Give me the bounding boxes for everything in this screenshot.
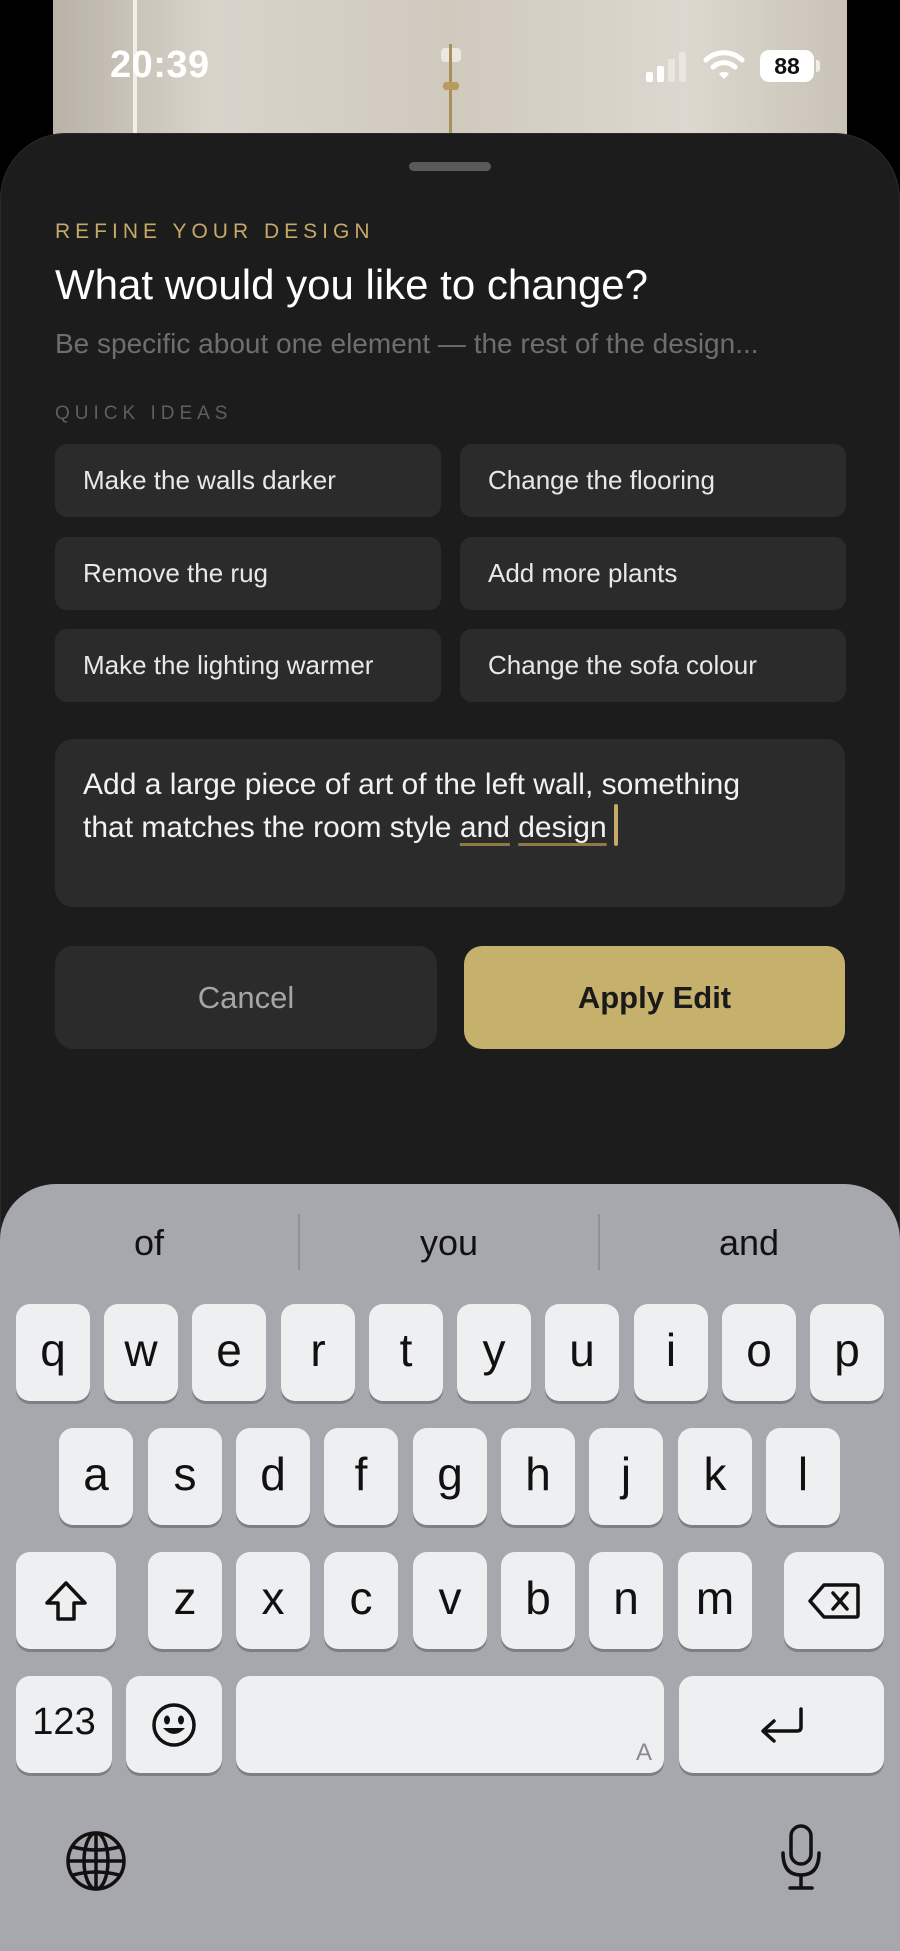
prediction-suggestion[interactable]: of bbox=[0, 1222, 298, 1264]
quick-idea-lighting-warmer[interactable]: Make the lighting warmer bbox=[55, 629, 441, 702]
key-u[interactable]: u bbox=[545, 1304, 619, 1401]
shift-icon bbox=[45, 1580, 87, 1621]
emoji-icon bbox=[152, 1702, 196, 1747]
key-n[interactable]: n bbox=[589, 1552, 663, 1649]
battery-icon: 88 bbox=[760, 50, 822, 82]
key-m[interactable]: m bbox=[678, 1552, 752, 1649]
key-r[interactable]: r bbox=[281, 1304, 355, 1401]
prediction-suggestion[interactable]: you bbox=[300, 1222, 598, 1264]
key-q[interactable]: q bbox=[16, 1304, 90, 1401]
return-key[interactable] bbox=[679, 1676, 884, 1773]
key-z[interactable]: z bbox=[148, 1552, 222, 1649]
sheet-grabber-handle[interactable] bbox=[409, 162, 491, 171]
key-e[interactable]: e bbox=[192, 1304, 266, 1401]
input-text-prefix: that matches the room style bbox=[83, 811, 460, 844]
sheet-subtitle: Be specific about one element — the rest… bbox=[55, 328, 759, 359]
key-k[interactable]: k bbox=[678, 1428, 752, 1525]
screen: 20:39 88 REFINE YOUR DESIGN What would y… bbox=[0, 0, 900, 1951]
wifi-icon bbox=[703, 50, 745, 79]
key-s[interactable]: s bbox=[148, 1428, 222, 1525]
quick-idea-walls-darker[interactable]: Make the walls darker bbox=[55, 444, 441, 517]
key-g[interactable]: g bbox=[413, 1428, 487, 1525]
input-text-line-1: Add a large piece of art of the left wal… bbox=[83, 768, 741, 801]
quick-idea-more-plants[interactable]: Add more plants bbox=[460, 537, 846, 610]
key-a[interactable]: a bbox=[59, 1428, 133, 1525]
key-b[interactable]: b bbox=[501, 1552, 575, 1649]
key-w[interactable]: w bbox=[104, 1304, 178, 1401]
edit-request-textarea[interactable]: Add a large piece of art of the left wal… bbox=[55, 739, 845, 907]
key-y[interactable]: y bbox=[457, 1304, 531, 1401]
globe-icon[interactable] bbox=[64, 1829, 128, 1893]
key-l[interactable]: l bbox=[766, 1428, 840, 1525]
status-bar: 20:39 88 bbox=[0, 0, 900, 130]
input-text-word-and: and bbox=[459, 811, 510, 844]
microphone-icon[interactable] bbox=[778, 1823, 824, 1893]
input-text-space bbox=[510, 811, 518, 844]
text-caret bbox=[613, 804, 618, 846]
cellular-signal-icon bbox=[646, 52, 686, 82]
space-key[interactable]: A bbox=[236, 1676, 664, 1773]
numbers-key[interactable]: 123 bbox=[16, 1676, 112, 1773]
key-d[interactable]: d bbox=[236, 1428, 310, 1525]
quick-idea-flooring[interactable]: Change the flooring bbox=[460, 444, 846, 517]
quick-idea-sofa-colour[interactable]: Change the sofa colour bbox=[460, 629, 846, 702]
backspace-key[interactable] bbox=[784, 1552, 884, 1649]
predictive-text-bar: of you and bbox=[0, 1184, 900, 1300]
cancel-button[interactable]: Cancel bbox=[55, 946, 437, 1049]
battery-tip bbox=[816, 60, 820, 72]
key-v[interactable]: v bbox=[413, 1552, 487, 1649]
emoji-key[interactable] bbox=[126, 1676, 222, 1773]
prediction-suggestion[interactable]: and bbox=[600, 1222, 898, 1264]
status-time: 20:39 bbox=[110, 44, 210, 86]
quick-ideas-label: QUICK IDEAS bbox=[55, 403, 233, 424]
return-icon bbox=[760, 1706, 803, 1743]
key-t[interactable]: t bbox=[369, 1304, 443, 1401]
apply-edit-button[interactable]: Apply Edit bbox=[464, 946, 845, 1049]
space-key-hint: A bbox=[635, 1739, 652, 1766]
key-j[interactable]: j bbox=[589, 1428, 663, 1525]
input-text-line-2: that matches the room style and design bbox=[83, 804, 618, 847]
input-text-word-design: design bbox=[518, 811, 607, 844]
key-f[interactable]: f bbox=[324, 1428, 398, 1525]
quick-idea-remove-rug[interactable]: Remove the rug bbox=[55, 537, 441, 610]
battery-level: 88 bbox=[760, 50, 814, 82]
shift-key[interactable] bbox=[16, 1552, 116, 1649]
sheet-title: What would you like to change? bbox=[55, 261, 649, 308]
backspace-icon bbox=[808, 1582, 860, 1619]
key-c[interactable]: c bbox=[324, 1552, 398, 1649]
key-i[interactable]: i bbox=[634, 1304, 708, 1401]
sheet-eyebrow: REFINE YOUR DESIGN bbox=[55, 220, 375, 243]
key-p[interactable]: p bbox=[810, 1304, 884, 1401]
key-x[interactable]: x bbox=[236, 1552, 310, 1649]
key-o[interactable]: o bbox=[722, 1304, 796, 1401]
key-h[interactable]: h bbox=[501, 1428, 575, 1525]
